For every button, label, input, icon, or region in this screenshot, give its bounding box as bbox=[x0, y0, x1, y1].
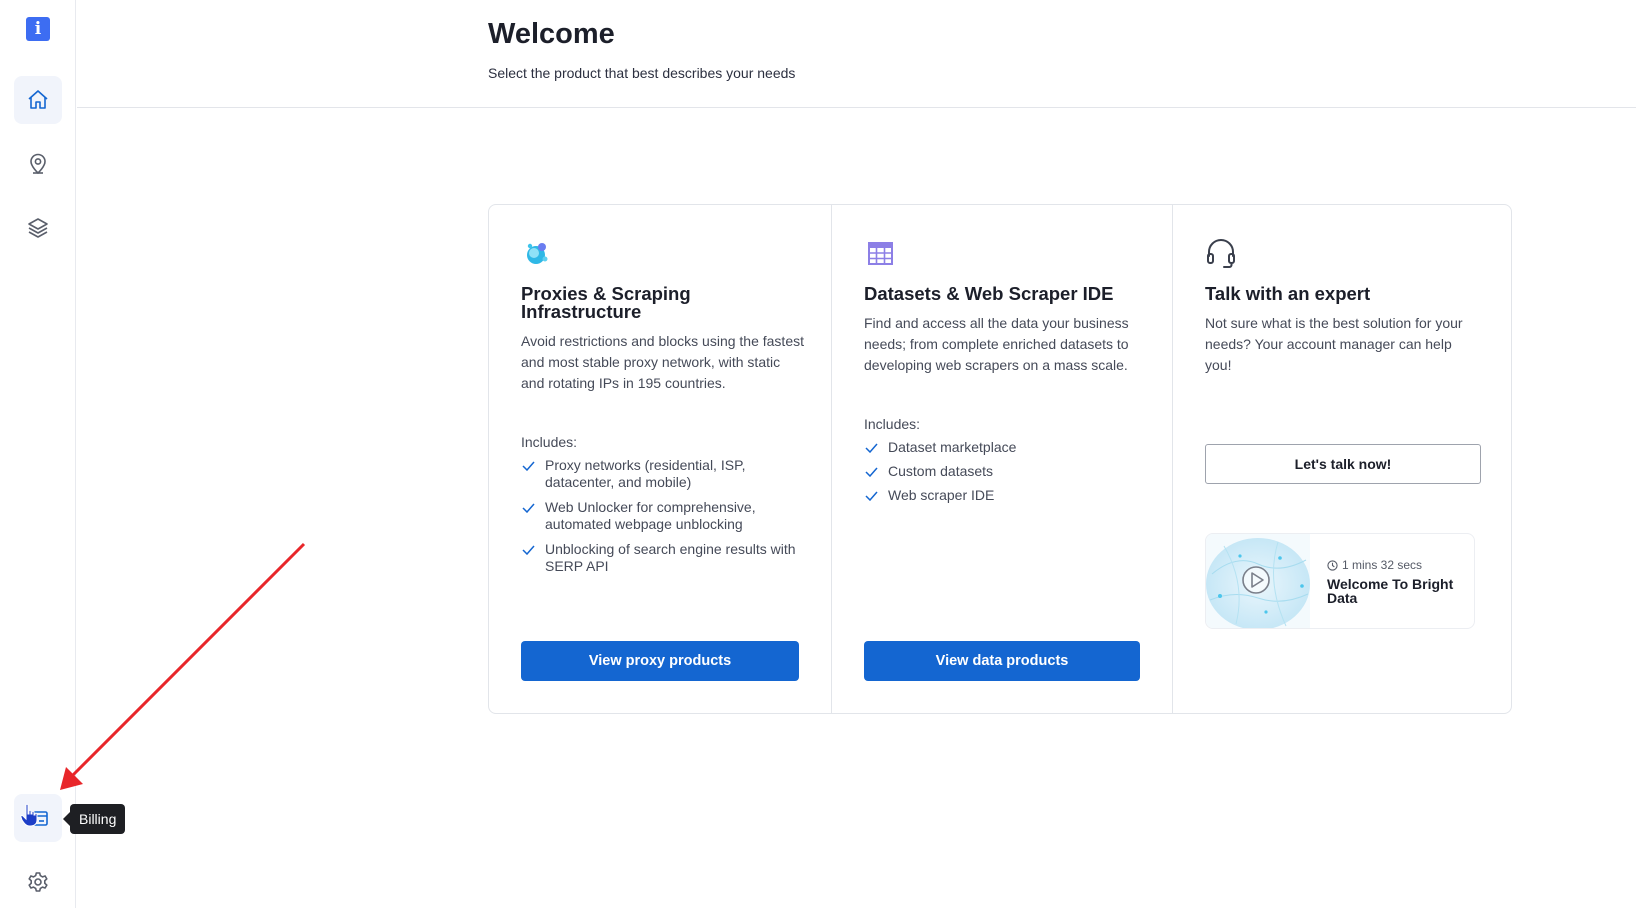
video-duration: 1 mins 32 secs bbox=[1327, 558, 1422, 572]
datasets-card: Datasets & Web Scraper IDE Find and acce… bbox=[831, 205, 1172, 713]
card-description: Not sure what is the best solution for y… bbox=[1205, 315, 1463, 373]
list-item-text: Web Unlocker for comprehensive, automate… bbox=[545, 499, 756, 532]
proxies-icon bbox=[527, 243, 548, 264]
includes-label: Includes: bbox=[521, 434, 578, 450]
settings-icon bbox=[28, 872, 48, 892]
view-proxy-products-button[interactable]: View proxy products bbox=[521, 641, 799, 681]
page-subtitle: Select the product that best describes y… bbox=[488, 65, 796, 81]
list-item-text: Web scraper IDE bbox=[888, 487, 995, 503]
card-title: Talk with an expert bbox=[1205, 283, 1371, 304]
table-icon bbox=[868, 242, 893, 265]
page-title: Welcome bbox=[488, 18, 615, 50]
video-duration-text: 1 mins 32 secs bbox=[1342, 558, 1423, 572]
list-item-text: Unblocking of search engine results with… bbox=[545, 541, 796, 574]
card-description: Find and access all the data your busine… bbox=[864, 315, 1129, 373]
layers-icon bbox=[28, 218, 48, 238]
video-thumbnail bbox=[1206, 534, 1310, 628]
card-description: Avoid restrictions and blocks using the … bbox=[521, 333, 805, 391]
product-cards: Proxies & Scraping Infrastructure Avoid … bbox=[488, 204, 1512, 714]
check-icon bbox=[865, 443, 878, 453]
check-icon bbox=[865, 491, 878, 501]
sidebar: i bbox=[0, 0, 76, 908]
billing-tooltip: Billing bbox=[62, 804, 126, 834]
welcome-video-card[interactable]: 1 mins 32 secs Welcome To Bright Data bbox=[1205, 533, 1475, 629]
expert-card: Talk with an expert Not sure what is the… bbox=[1172, 205, 1511, 713]
check-icon bbox=[522, 503, 535, 513]
sidebar-item-locations[interactable] bbox=[14, 140, 62, 188]
list-item: Web scraper IDE bbox=[864, 487, 1144, 504]
map-pin-icon bbox=[30, 153, 46, 175]
list-item: Web Unlocker for comprehensive, automate… bbox=[521, 499, 801, 533]
sidebar-item-products[interactable] bbox=[14, 204, 62, 252]
home-icon bbox=[28, 90, 48, 109]
hand-cursor-icon bbox=[20, 803, 38, 827]
list-item: Proxy networks (residential, ISP, datace… bbox=[521, 457, 801, 491]
headset-icon bbox=[1207, 239, 1235, 268]
sidebar-item-home[interactable] bbox=[14, 76, 62, 124]
includes-label: Includes: bbox=[864, 416, 921, 432]
list-item-text: Proxy networks (residential, ISP, datace… bbox=[545, 457, 746, 490]
check-icon bbox=[865, 467, 878, 477]
logo[interactable]: i bbox=[26, 17, 50, 41]
card-title: Proxies & Scraping Infrastructure bbox=[521, 283, 691, 322]
clock-icon bbox=[1327, 559, 1338, 571]
includes-list: Proxy networks (residential, ISP, datace… bbox=[521, 457, 801, 575]
list-item: Unblocking of search engine results with… bbox=[521, 541, 801, 575]
list-item-text: Custom datasets bbox=[888, 463, 994, 479]
proxies-card: Proxies & Scraping Infrastructure Avoid … bbox=[489, 205, 831, 713]
lets-talk-button[interactable]: Let's talk now! bbox=[1205, 444, 1481, 484]
list-item: Dataset marketplace bbox=[864, 439, 1144, 456]
check-icon bbox=[522, 461, 535, 471]
video-title: Welcome To Bright Data bbox=[1327, 576, 1454, 606]
list-item: Custom datasets bbox=[864, 463, 1144, 480]
includes-list: Dataset marketplace Custom datasets Web … bbox=[864, 439, 1144, 504]
page-header: Welcome Select the product that best des… bbox=[77, 0, 1636, 108]
sidebar-item-settings[interactable] bbox=[14, 858, 62, 906]
list-item-text: Dataset marketplace bbox=[888, 439, 1017, 455]
view-data-products-button[interactable]: View data products bbox=[864, 641, 1140, 681]
check-icon bbox=[522, 545, 535, 555]
card-title: Datasets & Web Scraper IDE bbox=[864, 283, 1114, 304]
